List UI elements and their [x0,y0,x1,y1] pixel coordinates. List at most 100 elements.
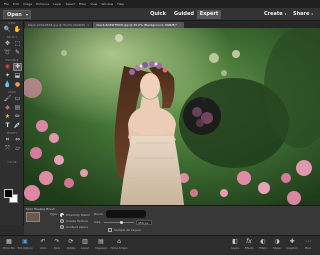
open-label: Open [7,12,22,18]
menu-filter[interactable]: Filter [79,2,86,6]
create-label: Create [264,11,283,17]
photo-bin-icon: ▦ [6,238,12,245]
menu-help[interactable]: Help [117,2,124,6]
straighten-tool-icon[interactable]: ▱ [13,145,22,153]
eyedropper-tool-icon[interactable]: 💉 [13,122,22,130]
brush-picker[interactable] [106,210,146,218]
tool-group-modify: MODIFY [6,132,18,135]
tool-options-panel: Spot Healing Brush Type: Proximity Match… [24,205,320,235]
mode-bar: Open ▾ Quick Guided Expert Create ▾ Share… [0,8,320,21]
clone-stamp-tool-icon[interactable]: ⬓ [13,72,22,80]
zoom-tool-icon[interactable]: 🔍 [3,26,12,34]
tool-group-view: VIEW [8,22,16,25]
smart-brush-tool-icon[interactable]: ✦ [3,72,12,80]
marquee-tool-icon[interactable]: ⬚ [13,40,22,48]
paint-bucket-tool-icon[interactable]: ◆ [3,104,12,112]
quick-selection-tool-icon[interactable]: ✎ [13,49,22,57]
home-screen-button[interactable]: ⌂ Home Screen [110,237,128,255]
organizer-icon: ▤ [98,238,104,245]
menu-select[interactable]: Select [66,2,75,6]
shape-tool-icon[interactable]: ★ [3,113,12,121]
radio-content-aware[interactable] [60,225,64,229]
eraser-tool-icon[interactable]: ▭ [13,95,22,103]
size-field[interactable]: 450 px [136,220,152,225]
layout-label: Layout [80,247,90,250]
type-tool-icon[interactable]: T [3,122,12,130]
tool-options-title: Spot Healing Brush [26,207,55,211]
brush-tool-icon[interactable]: 🖌 [3,95,12,103]
undo-label: Undo [39,247,47,250]
doc-tab-label: black-6d39f7f0b8.jpg @ 30.0% (Background… [96,23,177,27]
chevron-down-icon: ▾ [284,12,287,16]
redo-button[interactable]: ↷ Redo [50,237,64,255]
share-button[interactable]: Share ▾ [293,10,313,19]
organizer-button[interactable]: ▤ Organizer [94,237,108,255]
sample-all-layers-checkbox[interactable] [108,228,112,232]
more-label: More [304,247,312,250]
red-eye-tool-icon[interactable]: ◉ [3,63,12,71]
graphics-label: Graphics [286,247,298,250]
photo-bin-button[interactable]: ▦ Photo Bin [2,237,16,255]
image-canvas[interactable] [24,28,320,205]
open-button[interactable]: Open ▾ [3,10,31,19]
taskbar: ▦ Photo Bin ▣ Tool Options ↶ Undo ↷ Redo ⟳ Ro… [0,235,320,254]
gradient-tool-icon[interactable]: ▤ [13,104,22,112]
move-tool-icon[interactable]: ✥ [3,40,12,48]
undo-button[interactable]: ↶ Undo [36,237,50,255]
radio-create-texture[interactable] [60,219,64,223]
layers-icon: ◧ [232,238,238,245]
styles-icon: ◑ [274,238,280,245]
mode-tab-guided[interactable]: Guided [172,10,196,19]
filters-button[interactable]: ◐ Filters [256,237,270,255]
size-slider-track[interactable] [104,222,134,223]
tool-options-button[interactable]: ▣ Tool Options [17,237,32,255]
rotate-label: Rotate [66,247,76,250]
type-label: Type: [50,212,58,216]
sample-all-layers-label: Sample All Layers [114,228,141,232]
photo-image [24,28,320,205]
menu-edit[interactable]: Edit [13,2,19,6]
pencil-tool-icon[interactable]: ✏ [13,113,22,121]
close-icon[interactable]: × [179,23,182,27]
mode-tab-expert[interactable]: Expert [197,10,221,19]
menu-window[interactable]: Window [101,2,113,6]
layout-button[interactable]: ▥ Layout [78,237,92,255]
rotate-icon: ⟳ [68,238,74,245]
menu-enhance[interactable]: Enhance [36,2,49,6]
tool-group-enhance: ENHANCE [5,59,19,62]
photo-bin-label: Photo Bin [3,247,15,250]
menu-view[interactable]: View [90,2,97,6]
radio-proximity-match[interactable] [60,213,64,217]
foreground-color-swatch[interactable] [4,189,13,198]
spot-healing-brush-icon[interactable]: ✚ [13,63,22,71]
organizer-label: Organizer [94,247,108,250]
sponge-tool-icon[interactable]: ● [13,81,22,89]
close-icon[interactable]: × [87,23,90,27]
crop-tool-icon[interactable]: ⌗ [3,136,12,144]
size-slider-knob[interactable] [120,221,123,224]
hand-tool-icon[interactable]: ✋ [13,26,22,34]
menu-layer[interactable]: Layer [53,2,61,6]
tool-group-select: SELECT [6,36,17,39]
tool-group-draw: DRAW [7,91,16,94]
rotate-button[interactable]: ⟳ Rotate [64,237,78,255]
mode-tab-quick[interactable]: Quick [146,10,170,19]
effects-button[interactable]: fx Effects [242,237,256,255]
menu-file[interactable]: File [4,2,9,6]
chevron-down-icon: ▾ [25,12,28,17]
graphics-button[interactable]: ✚ Graphics [285,237,299,255]
create-button[interactable]: Create ▾ [264,10,286,19]
more-button[interactable]: ⋯ More [301,237,315,255]
brush-preview-icon[interactable] [26,212,40,222]
lasso-tool-icon[interactable]: ➰ [3,49,12,57]
home-screen-label: Home Screen [110,247,128,250]
home-screen-icon: ⌂ [117,238,121,245]
recompose-tool-icon[interactable]: ⇔ [13,136,22,144]
blur-tool-icon[interactable]: 💧 [3,81,12,89]
content-aware-move-icon[interactable]: ⤧ [3,145,12,153]
more-icon: ⋯ [305,238,311,245]
content-aware-label: Content Aware [66,225,89,229]
styles-button[interactable]: ◑ Styles [270,237,284,255]
menu-image[interactable]: Image [23,2,32,6]
layers-button[interactable]: ◧ Layers [228,237,242,255]
